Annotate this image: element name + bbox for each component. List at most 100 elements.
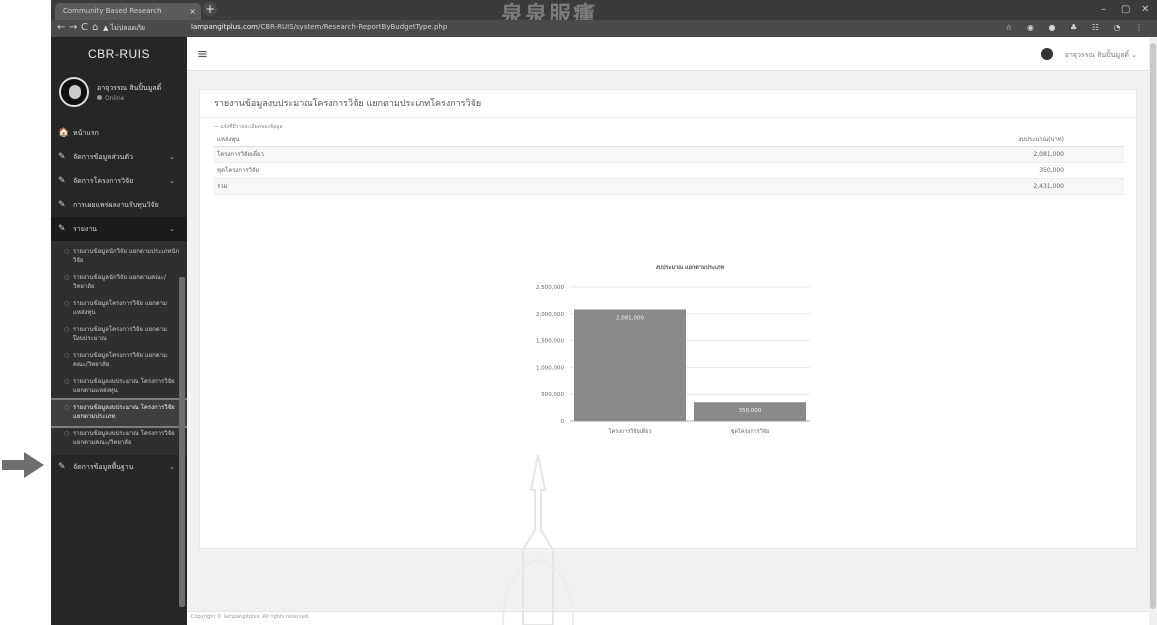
sidebar-item-home[interactable]: 🏠 หน้าแรก [51, 121, 187, 145]
edit-icon: ✎ [58, 176, 66, 186]
submenu-item[interactable]: ○ รายงานข้อมูลงบประมาณ โครงการวิจัย แยกตา… [51, 426, 187, 452]
edit-icon: ✎ [58, 200, 66, 210]
table-cell: 2,431,000 [500, 178, 1124, 195]
back-icon[interactable]: ← [57, 22, 65, 33]
bar-data-label: 2,081,000 [616, 315, 644, 321]
y-tick-label: 500,000 [541, 392, 564, 398]
budget-bar-chart: งบประมาณ แยกตามประเภท 0 500,000 1,000,000 1,… [536, 263, 810, 435]
new-tab-button[interactable]: + [203, 2, 217, 16]
sidebar-item-projects[interactable]: ✎ จัดการโครงการวิจัย ⌄ [51, 169, 187, 193]
sidebar-item-reports[interactable]: ✎ รายงาน ⌄ [51, 217, 187, 241]
submenu-item-label: รายงานข้อมูลงบประมาณ โครงการวิจัย แยกตาม… [73, 404, 175, 420]
sidebar-item-label: จัดการข้อมูลส่วนตัว [73, 153, 133, 161]
submenu-item-label: รายงานข้อมูลงบประมาณ โครงการวิจัย แยกตาม… [73, 378, 175, 394]
browser-window: Community Based Research × + 泉泉服瘇 – ▢ ✕ … [51, 0, 1157, 625]
user-status: Online [97, 95, 124, 102]
user-panel: อาจุวรรณ สินปิ้นมูลดิ์ Online [51, 71, 187, 121]
submenu-item[interactable]: ○ รายงานข้อมูลโครงการวิจัย แยกตามคณะ/วิทย… [51, 348, 187, 374]
maximize-icon[interactable]: ▢ [1121, 4, 1130, 15]
edit-icon: ✎ [58, 462, 66, 472]
submenu-item-label: รายงานข้อมูลนักวิจัย แยกตามคณะ/วิทยาลัย [73, 274, 166, 290]
submenu-item[interactable]: ○ รายงานข้อมูลโครงการวิจัย แยกตามปีงบประม… [51, 322, 187, 348]
url-path: /CBR-RUIS/system/Research-ReportByBudget… [258, 23, 448, 31]
submenu-item-label: รายงานข้อมูลโครงการวิจัย แยกตามปีงบประมา… [73, 326, 168, 342]
y-tick-label: 1,000,000 [536, 365, 564, 371]
y-tick-label: 1,500,000 [536, 339, 564, 345]
divider [200, 117, 1136, 118]
circle-bullet-icon: ○ [64, 352, 70, 359]
extension-icons[interactable]: ☆ ◉ ● ♣ ☷ ◔ ⋮ [1005, 23, 1149, 32]
close-window-icon[interactable]: ✕ [1141, 4, 1149, 15]
submenu-item-label: รายงานข้อมูลโครงการวิจัย แยกตามคณะ/วิทยา… [73, 352, 168, 368]
budget-table: แหล่งทุน งบประมาณ(บาท) โครงการวิจัยเดี่ย… [214, 132, 1124, 195]
sidebar-scrollbar[interactable] [179, 277, 185, 607]
submenu-item[interactable]: ○ รายงานข้อมูลโครงการวิจัย แยกตามแหล่งทุน [51, 296, 187, 322]
table-cell: รวม [214, 178, 501, 195]
user-status-label: Online [105, 95, 125, 102]
column-header-source: แหล่งทุน [214, 132, 501, 147]
circle-bullet-icon: ○ [64, 274, 70, 281]
sidebar-item-profile[interactable]: ✎ จัดการข้อมูลส่วนตัว ⌄ [51, 145, 187, 169]
sidebar: CBR-RUIS อาจุวรรณ สินปิ้นมูลดิ์ Online 🏠… [51, 37, 187, 625]
submenu-item-current[interactable]: ○ รายงานข้อมูลงบประมาณ โครงการวิจัย แยกตา… [51, 398, 187, 428]
sidebar-item-label: จัดการโครงการวิจัย [73, 177, 134, 185]
tab-title: Community Based Research [63, 7, 162, 15]
sidebar-item-publications[interactable]: ✎ การเผยแพร่ผลงานรับทุนวิจัย [51, 193, 187, 217]
chart-bar [574, 309, 686, 421]
reload-icon[interactable]: C [81, 22, 88, 33]
page-title: รายงานข้อมูลงบประมาณโครงการวิจัย แยกตามป… [214, 99, 482, 109]
forward-icon[interactable]: → [69, 22, 77, 33]
submenu-item[interactable]: ○ รายงานข้อมูลงบประมาณ โครงการวิจัย แยกตา… [51, 374, 187, 400]
table-cell: 350,000 [500, 162, 1124, 179]
home-icon[interactable]: ⌂ [92, 22, 98, 33]
tab-close-icon[interactable]: × [189, 3, 196, 20]
pointer-arrow-icon [2, 452, 46, 478]
chart-title: งบประมาณ แยกตามประเภท [656, 263, 725, 271]
security-indicator[interactable]: ▲ ไม่ปลอดภัย [103, 23, 145, 34]
chevron-down-icon: ⌄ [169, 153, 175, 161]
edit-icon: ✎ [58, 224, 66, 234]
chevron-down-icon: ⌄ [169, 225, 175, 233]
submenu-item[interactable]: ○ รายงานข้อมูลนักวิจัย แยกตามคณะ/วิทยาลัย [51, 270, 187, 296]
y-tick-label: 2,500,000 [536, 285, 564, 291]
sidebar-item-label: หน้าแรก [73, 129, 99, 137]
sidebar-item-label: รายงาน [73, 225, 97, 233]
avatar[interactable] [1041, 48, 1053, 60]
circle-bullet-icon: ○ [64, 378, 70, 385]
browser-address-bar: ← → C ⌂ ▲ ไม่ปลอดภัย lampangitplus.com/C… [51, 20, 1157, 37]
chevron-down-icon: ⌄ [169, 177, 175, 185]
report-subnote: — แจ้งที่มีรายละเอียดของข้อมูล [214, 124, 283, 130]
table-cell: โครงการวิจัยเดี่ยว [214, 146, 501, 163]
minimize-icon[interactable]: – [1101, 4, 1106, 15]
user-menu[interactable]: อาจุวรรณ สินปิ้นมูลดิ์ ⌄ [1065, 50, 1137, 61]
top-navbar: ≡ อาจุวรรณ สินปิ้นมูลดิ์ ⌄ [187, 37, 1149, 71]
circle-bullet-icon: ○ [64, 300, 70, 307]
sidebar-user-name: อาจุวรรณ สินปิ้นมูลดิ์ [97, 84, 162, 92]
table-cell: 2,081,000 [500, 146, 1124, 163]
brand-logo[interactable]: CBR-RUIS [51, 37, 187, 71]
scrollbar-thumb[interactable] [1150, 43, 1156, 609]
sidebar-item-base-data[interactable]: ✎ จัดการข้อมูลพื้นฐาน ⌄ [51, 455, 187, 479]
report-panel: รายงานข้อมูลงบประมาณโครงการวิจัย แยกตามป… [199, 89, 1137, 549]
page-scrollbar[interactable] [1149, 37, 1157, 625]
circle-bullet-icon: ○ [64, 430, 70, 437]
circle-bullet-icon: ○ [64, 326, 70, 333]
browser-tab[interactable]: Community Based Research × [55, 3, 201, 20]
url-field[interactable]: lampangitplus.com/CBR-RUIS/system/Resear… [191, 23, 447, 31]
circle-bullet-icon: ○ [64, 248, 70, 255]
column-header-budget: งบประมาณ(บาท) [500, 132, 1124, 147]
submenu-item-label: รายงานข้อมูลโครงการวิจัย แยกตามแหล่งทุน [73, 300, 168, 316]
submenu-item-label: รายงานข้อมูลนักวิจัย แยกตามประเภทนักวิจั… [73, 248, 180, 264]
menu-toggle-icon[interactable]: ≡ [197, 47, 208, 62]
table-header-row: แหล่งทุน งบประมาณ(บาท) [214, 132, 1124, 147]
bar-data-label: 350,000 [739, 408, 762, 414]
table-row-total: รวม 2,431,000 [214, 178, 1124, 195]
table-cell: ชุดโครงการวิจัย [214, 162, 501, 179]
status-dot-icon [97, 95, 102, 100]
home-icon: 🏠 [58, 128, 70, 138]
table-row: โครงการวิจัยเดี่ยว 2,081,000 [214, 146, 1124, 163]
page-footer: Copyright © lampangitplus. All rights re… [187, 611, 1149, 625]
edit-icon: ✎ [58, 152, 66, 162]
table-row: ชุดโครงการวิจัย 350,000 [214, 162, 1124, 179]
submenu-item[interactable]: ○ รายงานข้อมูลนักวิจัย แยกตามประเภทนักวิจ… [51, 244, 187, 270]
